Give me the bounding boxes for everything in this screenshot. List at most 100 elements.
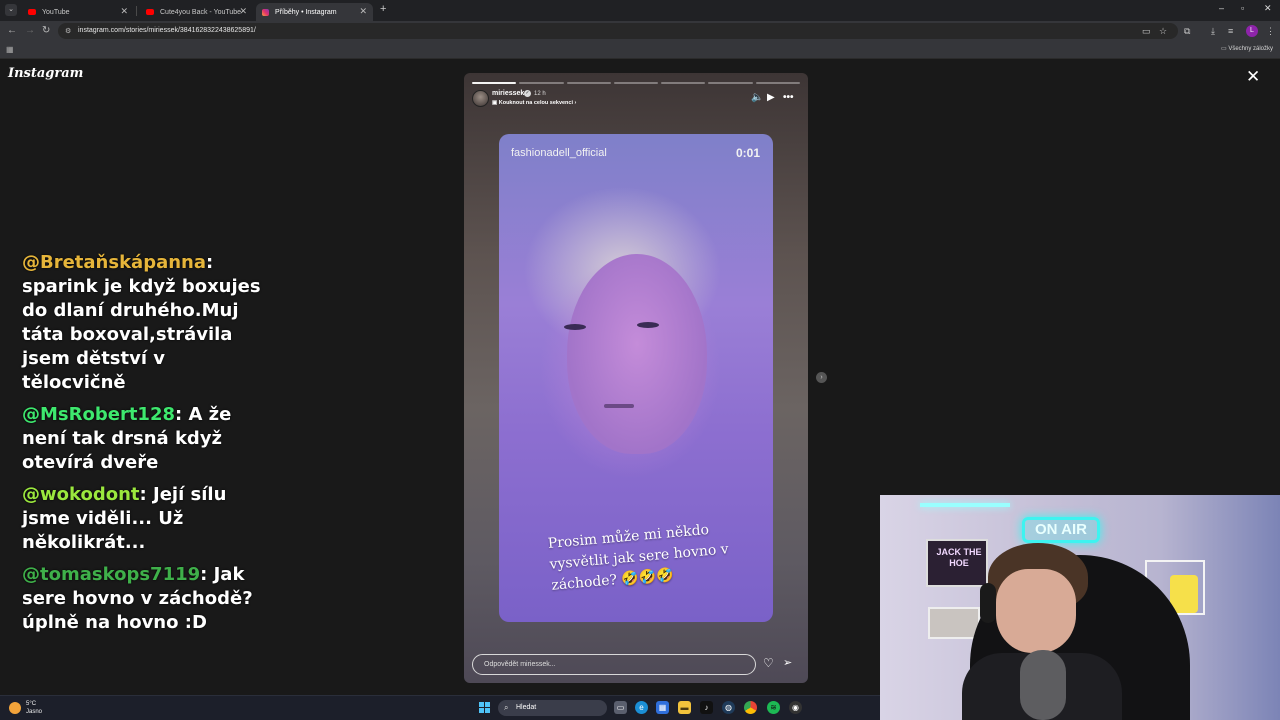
chat-username: @Bretaňskápanna	[22, 252, 207, 273]
weather-widget[interactable]: 5°C Jasno	[26, 700, 42, 716]
chat-message: @tomaskops7119: Jak sere hovno v záchodě…	[22, 563, 262, 635]
story-media: fashionadell_official 0:01 Prosim může m…	[499, 134, 773, 622]
tab-label: YouTube	[42, 8, 70, 16]
video-timestamp: 0:01	[735, 146, 760, 160]
tab-separator	[136, 6, 137, 16]
apps-grid-icon[interactable]: ▦	[6, 45, 14, 54]
stream-chat-overlay: @Bretaňskápanna: sparink je když boxujes…	[22, 251, 262, 643]
new-tab-button[interactable]: +	[380, 3, 386, 15]
edge-icon[interactable]: e	[635, 701, 648, 714]
weather-temperature: 5°C	[26, 701, 37, 707]
sequence-link-label: Kouknout na celou sekvenci	[498, 100, 574, 106]
microphone	[1020, 650, 1066, 720]
chevron-right-icon: ›	[573, 100, 577, 106]
bookmark-star-icon[interactable]: ☆	[1159, 26, 1167, 37]
maximize-icon[interactable]: ▫	[1241, 3, 1244, 13]
streamer-webcam: JACK THE HOE ON AIR	[880, 495, 1280, 720]
wall-neon-strip	[920, 503, 1010, 507]
tab-manager-icon[interactable]: ≡	[1228, 26, 1233, 36]
tab-bar: ⌄ YouTube ✕ Cute4you Back - YouTube ✕ Př…	[0, 0, 1280, 21]
url-text: instagram.com/stories/miriessek/38416283…	[78, 27, 256, 34]
close-icon[interactable]: ✕	[1246, 67, 1260, 87]
youtube-favicon-icon	[146, 9, 154, 15]
reply-input[interactable]: Odpovědět miriessek...	[472, 654, 756, 675]
reload-icon[interactable]: ↻	[42, 25, 50, 36]
windows-start-icon[interactable]	[479, 702, 491, 714]
progress-segment	[519, 82, 564, 84]
address-toolbar: ← → ↻ ⚙ instagram.com/stories/miriessek/…	[0, 21, 1280, 41]
tab-label: Cute4you Back - YouTube	[160, 8, 242, 16]
sequence-icon: ▣	[492, 100, 499, 106]
windows-taskbar: 5°C Jasno ⌕ Hledat ▭ e ▦ ▬ ♪ ◍ ≋ ◉	[0, 695, 880, 720]
chat-separator: :	[206, 252, 214, 273]
chat-separator: :	[139, 484, 153, 505]
poster-text: JACK THE HOE	[936, 547, 982, 568]
streamer-face	[996, 569, 1076, 653]
progress-segment	[708, 82, 753, 84]
story-progress-bar	[472, 82, 800, 84]
steam-icon[interactable]: ◍	[722, 701, 735, 714]
back-arrow-icon[interactable]: ←	[7, 25, 17, 36]
send-icon[interactable]: ➢	[783, 656, 792, 669]
spotify-icon[interactable]: ≋	[767, 701, 780, 714]
download-icon[interactable]: ⤓	[1211, 26, 1215, 37]
chat-separator: :	[175, 404, 189, 425]
all-bookmarks-button[interactable]: ▭ Všechny záložky	[1221, 45, 1273, 52]
extensions-icon[interactable]: ⧉	[1184, 26, 1190, 37]
tab-search-button[interactable]: ⌄	[5, 4, 17, 16]
tab-close-icon[interactable]: ✕	[239, 6, 247, 17]
tab-close-icon[interactable]: ✕	[359, 6, 367, 17]
story-media-eye	[564, 324, 586, 330]
next-story-arrow-icon[interactable]: ›	[816, 372, 827, 383]
obs-icon[interactable]: ◉	[789, 701, 802, 714]
instagram-logo[interactable]: Instagram	[8, 66, 83, 81]
chat-message: @Bretaňskápanna: sparink je když boxujes…	[22, 251, 262, 395]
forward-arrow-icon[interactable]: →	[25, 25, 35, 36]
more-options-icon[interactable]: •••	[783, 92, 794, 103]
instagram-favicon-icon	[262, 8, 269, 16]
wall-picture-frame	[928, 607, 980, 639]
play-icon[interactable]: ▶	[767, 92, 775, 103]
minimize-icon[interactable]: –	[1219, 3, 1224, 13]
all-bookmarks-label: Všechny záložky	[1228, 46, 1273, 52]
taskbar-search-label: Hledat	[516, 704, 537, 711]
profile-avatar[interactable]: L	[1246, 25, 1258, 37]
bookmarks-bar: ▦ ▭ Všechny záložky	[0, 41, 1280, 59]
story-media-face	[567, 254, 707, 454]
volume-icon[interactable]: 🔈	[751, 92, 763, 103]
chat-username: @tomaskops7119	[22, 564, 201, 585]
story-caption: Prosim může mi někdo vysvětlit jak sere …	[547, 521, 730, 594]
story-viewer[interactable]: miriessek ✓ 12 h ▣ Kouknout na celou sek…	[464, 73, 808, 683]
cast-icon[interactable]: ▭	[1142, 26, 1151, 37]
url-field[interactable]: ⚙ instagram.com/stories/miriessek/384162…	[58, 23, 1178, 39]
verified-badge-icon: ✓	[524, 90, 531, 97]
view-sequence-link[interactable]: ▣ Kouknout na celou sekvenci ›	[492, 100, 576, 106]
tab-youtube[interactable]: YouTube ✕	[22, 3, 134, 21]
progress-segment	[755, 82, 800, 84]
tiktok-icon[interactable]: ♪	[700, 701, 713, 714]
progress-segment	[472, 82, 517, 84]
search-icon: ⌕	[504, 703, 509, 712]
menu-dots-icon[interactable]: ⋮	[1266, 26, 1275, 37]
window-close-icon[interactable]: ✕	[1264, 3, 1272, 14]
progress-segment	[613, 82, 659, 84]
story-author-username[interactable]: miriessek	[492, 90, 524, 97]
chrome-icon[interactable]	[744, 701, 757, 714]
story-timestamp: 12 h	[534, 91, 546, 97]
task-view-icon[interactable]: ▭	[614, 701, 627, 714]
weather-moon-icon[interactable]	[9, 702, 21, 714]
tab-cute4you[interactable]: Cute4you Back - YouTube ✕	[140, 3, 253, 21]
youtube-favicon-icon	[28, 9, 36, 15]
story-media-eye	[637, 322, 659, 328]
taskbar-search[interactable]: ⌕ Hledat	[498, 700, 607, 716]
story-media-mouth	[604, 404, 634, 408]
story-author-avatar[interactable]	[472, 90, 489, 107]
store-icon[interactable]: ▦	[656, 701, 669, 714]
heart-icon[interactable]: ♡	[763, 656, 774, 670]
chat-text: sparink je když boxujes do dlaní druhého…	[22, 276, 261, 393]
tab-close-icon[interactable]: ✕	[120, 6, 128, 17]
chat-username: @wokodont	[22, 484, 140, 505]
tab-instagram-stories[interactable]: Příběhy • Instagram ✕	[256, 3, 373, 21]
file-explorer-icon[interactable]: ▬	[678, 701, 691, 714]
site-info-icon[interactable]: ⚙	[65, 27, 71, 35]
